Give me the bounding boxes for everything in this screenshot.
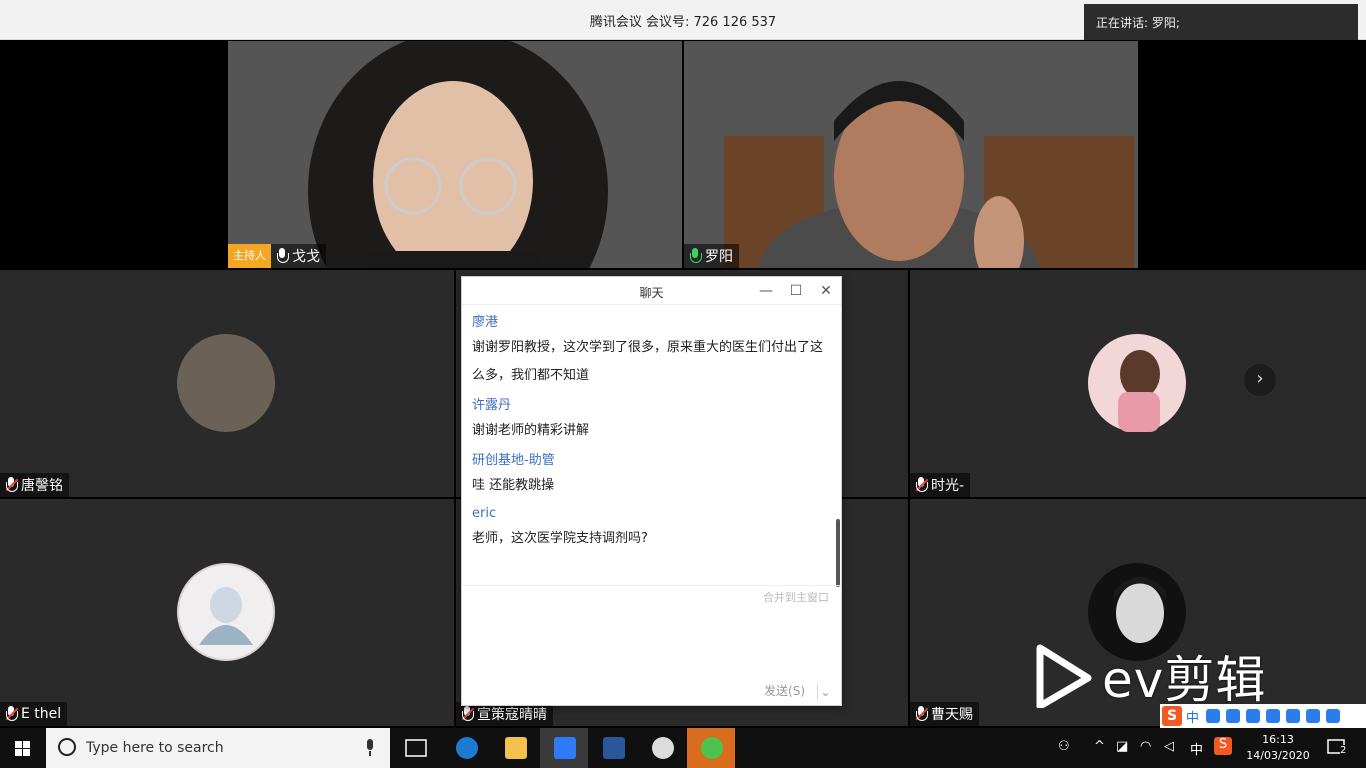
host-badge: 主持人 [228,244,271,268]
chat-divider [462,585,841,586]
app-name: 腾讯会议 [589,15,642,30]
participant-name: 曹天赐 [931,707,973,723]
next-page-arrow-icon[interactable]: › [1244,364,1276,396]
sogou-logo-icon: S [1162,706,1182,726]
participant-name: 罗阳 [705,249,733,265]
chat-message: 廖港 谢谢罗阳教授，这次学到了很多，原来重大的医生们付出了这么多，我们都不知道 [472,311,831,390]
video-tile[interactable]: E thel [0,499,454,726]
participant-namebar: E thel [0,702,68,726]
message-text: 谢谢罗阳教授，这次学到了很多，原来重大的医生们付出了这么多，我们都不知道 [472,340,824,383]
video-tile-speaker[interactable]: 罗阳 [684,41,1138,268]
message-sender: 许露丹 [472,398,512,413]
chat-message: 研创基地-助管 哇 还能教跳操 [472,449,831,500]
chat-message-list[interactable]: 廖港 谢谢罗阳教授，这次学到了很多，原来重大的医生们付出了这么多，我们都不知道 … [472,311,831,555]
microphone-muted-icon [914,476,929,494]
clock-time: 16:13 [1262,733,1294,746]
merge-to-main-link[interactable]: 合并到主窗口 [763,589,829,605]
toolbox-icon[interactable] [1326,709,1341,723]
file-explorer-icon[interactable] [491,728,539,768]
message-text: 老师，这次医学院支持调剂吗? [472,531,648,546]
meeting-window: 腾讯会议 会议号: 726 126 537 正在讲话: 罗阳; 主持人 戈戈 罗… [0,0,1366,768]
chat-message: eric 老师，这次医学院支持调剂吗? [472,506,831,553]
input-language[interactable]: 中 [1190,739,1203,758]
chat-window[interactable]: 聊天 — ☐ ✕ 廖港 谢谢罗阳教授，这次学到了很多，原来重大的医生们付出了这么… [461,276,842,706]
chat-header[interactable]: 聊天 — ☐ ✕ [462,277,841,305]
watermark-text: ev剪辑 [1102,651,1267,709]
video-tile[interactable]: 唐謦铭 [0,270,454,497]
message-sender: eric [472,506,497,521]
taskbar-search-box[interactable]: Type here to search [46,728,390,768]
word-icon[interactable] [589,728,637,768]
ev-watermark: ev剪辑 [1032,640,1302,710]
participant-avatar [177,563,275,661]
microphone-icon[interactable] [364,739,376,757]
avatar-illustration [199,587,253,645]
minimize-icon[interactable]: — [755,281,777,301]
punctuation-icon[interactable] [1206,709,1221,723]
participant-namebar: 唐謦铭 [0,473,69,497]
search-placeholder: Type here to search [86,740,224,756]
voice-icon[interactable] [1246,709,1261,723]
participant-avatar [1088,334,1186,432]
send-button[interactable]: 发送(S) [764,682,805,699]
ime-mode[interactable]: 中 [1186,707,1199,726]
sogou-tray-icon[interactable]: S [1214,737,1232,755]
system-clock[interactable]: 16:13 14/03/2020 [1240,732,1316,764]
participant-name: 时光- [931,478,965,494]
participant-name: E thel [21,706,62,722]
emoji-icon[interactable] [1226,709,1241,723]
app-icon[interactable] [638,728,686,768]
participant-namebar: 罗阳 [684,244,739,268]
volume-icon[interactable]: ◁ [1164,739,1174,754]
video-tile-host[interactable]: 主持人 戈戈 [228,41,682,268]
webcam-feed [308,41,608,268]
participant-name: 唐謦铭 [21,478,63,494]
search-icon [58,738,76,756]
message-sender: 研创基地-助管 [472,453,555,468]
notification-count: 2 [1340,745,1347,756]
participant-avatar [177,334,275,432]
microphone-muted-icon [4,476,19,494]
microphone-muted-icon [4,705,19,723]
ev-play-logo-icon [1036,644,1092,708]
chevron-up-icon[interactable]: ^ [1094,739,1105,754]
message-text: 谢谢老师的精彩讲解 [472,423,590,438]
speaking-indicator: 正在讲话: 罗阳; [1084,4,1358,40]
microphone-muted-icon [460,705,475,723]
wechat-icon[interactable] [687,728,735,768]
edge-browser-icon[interactable] [442,728,490,768]
chat-scrollbar[interactable] [836,519,840,587]
microphone-muted-icon [914,705,929,723]
participant-namebar: 时光- [910,473,971,497]
keyboard-icon[interactable] [1266,709,1281,723]
microphone-icon [275,247,289,265]
microphone-active-icon [688,247,702,265]
participant-name: 宣策寇晴晴 [477,707,547,723]
message-sender: 廖港 [472,315,499,330]
message-text: 哇 还能教跳操 [472,478,555,493]
taskbar: Type here to search ⚇ ^ ◪ ◠ ◁ 中 S 16:13 … [0,728,1366,768]
participant-name: 戈戈 [292,249,320,265]
task-view-icon[interactable] [392,728,440,768]
windows-start-icon[interactable] [0,728,46,768]
participant-namebar: 曹天赐 [910,702,979,726]
tencent-meeting-icon[interactable] [540,728,588,768]
skin-icon[interactable] [1306,709,1321,723]
close-icon[interactable]: ✕ [815,281,837,301]
video-tile[interactable]: 时光- [910,270,1366,497]
wifi-icon[interactable]: ◠ [1140,739,1151,754]
webcam-feed [724,81,1134,268]
avatar-illustration [1118,350,1160,432]
user-icon[interactable] [1286,709,1301,723]
chat-message: 许露丹 谢谢老师的精彩讲解 [472,394,831,445]
meeting-id: 会议号: 726 126 537 [645,15,777,30]
ime-toolbar[interactable]: S 中 [1160,704,1366,728]
send-options-chevron-icon[interactable]: ⌄ [817,683,833,701]
participant-namebar: 主持人 戈戈 [228,244,326,268]
network-icon[interactable]: ◪ [1116,739,1128,754]
maximize-icon[interactable]: ☐ [785,281,807,301]
notification-center-icon[interactable]: 2 [1326,737,1352,759]
clock-date: 14/03/2020 [1246,749,1310,762]
people-icon[interactable]: ⚇ [1058,739,1070,754]
